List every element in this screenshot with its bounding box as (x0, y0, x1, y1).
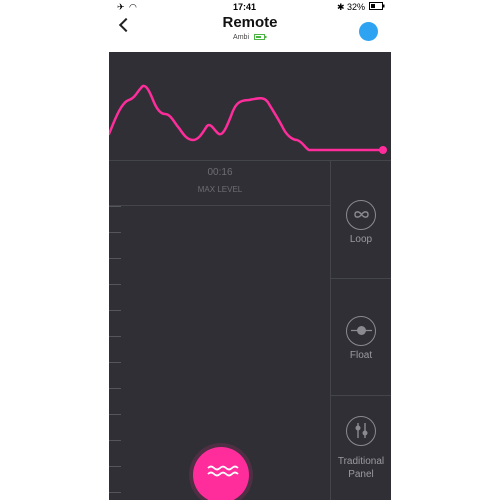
page-title: Remote (222, 14, 278, 31)
app-screen: ✈ ◠ 17:41 ✱ 32% Remote Ambi 00:16 MAX LE… (109, 0, 391, 500)
level-tick (109, 492, 121, 493)
status-time: 17:41 (233, 2, 257, 12)
float-icon (346, 316, 376, 346)
mode-float-button[interactable]: Float (331, 314, 391, 364)
wave-icon (207, 465, 239, 477)
divider (331, 395, 391, 396)
level-tick (109, 466, 121, 467)
mode-label: Loop (349, 234, 373, 245)
level-tick (109, 310, 121, 311)
level-tick (109, 440, 121, 441)
mode-traditional-panel-button[interactable]: Traditional Panel (331, 416, 391, 486)
device-battery-icon (253, 34, 267, 41)
waveform-endpoint (379, 146, 387, 154)
waveform-line (109, 84, 385, 152)
battery-icon (369, 2, 385, 12)
level-tick (109, 388, 121, 389)
level-tick (109, 336, 121, 337)
wave-control-button[interactable] (193, 447, 249, 500)
level-tick (109, 232, 121, 233)
device-name: Ambi (233, 34, 249, 41)
mode-label: Float (349, 350, 373, 361)
bluetooth-icon: ✱ (337, 2, 345, 12)
divider (109, 205, 331, 206)
level-tick (109, 362, 121, 363)
sliders-icon (346, 416, 376, 446)
level-tick (109, 284, 121, 285)
level-tick (109, 206, 121, 207)
mode-label: Traditional (337, 456, 385, 467)
max-level-label: MAX LEVEL (197, 185, 243, 194)
intensity-waveform (109, 84, 387, 154)
wifi-icon: ◠ (129, 2, 137, 12)
divider (331, 278, 391, 279)
mode-label: Panel (348, 469, 374, 480)
infinity-icon (346, 200, 376, 230)
divider (109, 160, 391, 161)
battery-percent: 32% (347, 2, 366, 12)
mode-loop-button[interactable]: Loop (331, 197, 391, 247)
level-tick (109, 414, 121, 415)
session-time: 00:16 (207, 167, 233, 178)
header-bar: ✈ ◠ 17:41 ✱ 32% Remote Ambi (109, 0, 391, 52)
connection-status-button[interactable] (359, 22, 378, 41)
device-subtitle: Ambi (109, 34, 391, 41)
airplane-icon: ✈ (117, 2, 125, 12)
level-tick (109, 258, 121, 259)
